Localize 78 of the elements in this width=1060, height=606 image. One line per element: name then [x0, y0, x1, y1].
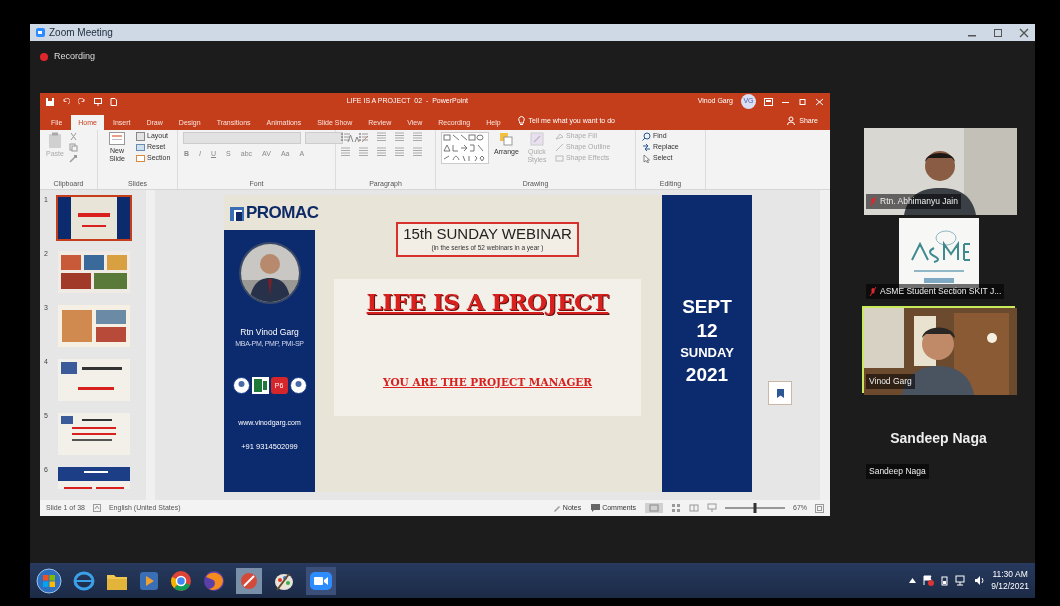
undo-icon[interactable]	[62, 97, 70, 106]
fit-to-window-icon[interactable]	[815, 503, 824, 513]
pen-icon	[554, 143, 564, 152]
action-center-flag-icon[interactable]	[923, 575, 935, 586]
ribbon-display-icon[interactable]	[764, 97, 773, 106]
logo-icon	[230, 204, 244, 221]
layout-icon	[136, 132, 145, 141]
close-icon[interactable]	[1019, 27, 1029, 38]
network-icon[interactable]	[955, 575, 968, 586]
spellcheck-icon[interactable]	[92, 504, 101, 512]
participant-display-name: Sandeep Naga	[889, 429, 988, 448]
badge-icon	[232, 377, 250, 395]
date-text: SEPT	[682, 295, 732, 319]
slide-thumbnail[interactable]	[55, 411, 132, 457]
participant-name: Vinod Garg	[866, 374, 915, 389]
font-size-field[interactable]	[305, 132, 343, 144]
browser-icon[interactable]	[73, 569, 95, 592]
font-field[interactable]	[183, 132, 301, 144]
show-hidden-icon[interactable]	[909, 578, 917, 583]
app-icon	[36, 28, 45, 37]
slide-thumbnail[interactable]	[55, 465, 132, 491]
format-painter-icon[interactable]	[68, 154, 78, 163]
slide-title: LIFE IS A PROJECT	[366, 286, 609, 317]
paint-bucket-icon	[554, 132, 564, 141]
bullet-list-icon[interactable]	[341, 132, 351, 142]
section-icon	[136, 154, 145, 163]
restore-icon[interactable]	[798, 97, 807, 106]
effects-icon	[554, 154, 564, 163]
logo-text: PROMAC	[246, 201, 319, 224]
start-button[interactable]	[36, 567, 62, 594]
chrome-browser-icon[interactable]	[170, 569, 192, 592]
scrollbar[interactable]	[146, 190, 155, 500]
participant-name: Rtn. Abhimanyu Jain	[866, 194, 961, 209]
person-icon	[787, 116, 796, 126]
new-file-icon[interactable]	[110, 97, 117, 106]
pen-icon	[552, 504, 561, 512]
participant-name: Sandeep Naga	[866, 464, 929, 479]
slide-thumbnail[interactable]	[55, 249, 132, 295]
participant-name: ASME Student Section SKIT J...	[866, 284, 1005, 299]
slide-thumbnail[interactable]	[55, 303, 132, 349]
slide-thumbnail[interactable]	[55, 357, 132, 403]
bookmark-icon	[776, 388, 784, 398]
snipping-tool-icon[interactable]	[236, 567, 262, 594]
clock-time: 11:30 AM	[991, 569, 1029, 581]
date-text: 12	[696, 318, 718, 343]
presentation-icon[interactable]	[94, 97, 102, 106]
replace-icon	[642, 143, 651, 152]
clock-date: 9/12/2021	[991, 580, 1029, 592]
bookmark-button[interactable]	[768, 381, 792, 405]
date-text: 2021	[685, 363, 729, 388]
slide-thumbnail[interactable]	[55, 195, 132, 241]
date-text: SUNDAY	[680, 343, 734, 362]
media-player-icon[interactable]	[139, 570, 159, 591]
comment-icon	[591, 504, 601, 512]
save-icon[interactable]	[46, 97, 54, 106]
numbered-list-icon[interactable]	[359, 132, 369, 142]
scrollbar[interactable]	[820, 190, 830, 500]
zoom-app-icon[interactable]	[306, 566, 336, 595]
redo-icon[interactable]	[78, 97, 86, 106]
firefox-browser-icon[interactable]	[203, 569, 225, 592]
speaker-icon[interactable]	[974, 575, 985, 586]
slide-tagline: YOU ARE THE PROJECT MANAGER	[382, 375, 593, 391]
badge-icon	[289, 377, 307, 395]
grid-view-icon[interactable]	[671, 503, 681, 513]
maximize-icon[interactable]	[993, 27, 1003, 38]
recording-icon	[40, 53, 48, 61]
battery-icon[interactable]	[941, 575, 949, 586]
recording-label: Recording	[54, 50, 96, 64]
search-icon	[642, 132, 651, 141]
clock[interactable]: 11:30 AM 9/12/2021	[991, 569, 1029, 592]
project-icon	[251, 377, 269, 395]
webinar-heading: 15th SUNDAY WEBINAR	[403, 225, 572, 243]
presenter-name: Rtn Vinod Garg	[240, 326, 299, 339]
cursor-icon	[642, 154, 651, 163]
window-title: Zoom Meeting	[49, 26, 113, 40]
reset-icon	[136, 143, 145, 152]
shapes-gallery[interactable]	[441, 132, 489, 164]
lightbulb-icon	[517, 116, 525, 126]
